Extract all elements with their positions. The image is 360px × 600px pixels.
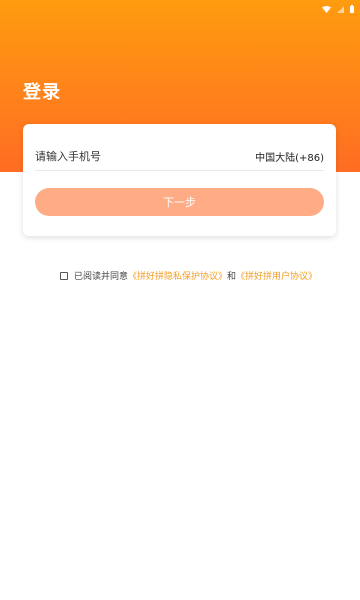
- agreement-checkbox[interactable]: [60, 271, 68, 280]
- status-bar: [294, 0, 360, 14]
- signal-icon: [337, 0, 344, 17]
- agreement-prefix: 已阅读并同意: [74, 272, 129, 282]
- phone-row: 中国大陆(+86): [35, 142, 324, 171]
- wifi-icon: [322, 0, 331, 17]
- battery-icon: [350, 0, 354, 17]
- phone-input[interactable]: [35, 149, 215, 163]
- login-card: 中国大陆(+86) 下一步: [23, 124, 336, 236]
- agreement-conjunction: 和: [227, 272, 237, 282]
- page-title: 登录: [23, 82, 61, 103]
- region-select[interactable]: 中国大陆(+86): [255, 149, 324, 164]
- privacy-policy-link[interactable]: 《拼好拼隐私保护协议》: [128, 269, 227, 282]
- agreement-row: 已阅读并同意 《拼好拼隐私保护协议》 和 《拼好拼用户协议》: [60, 269, 317, 282]
- user-agreement-link[interactable]: 《拼好拼用户协议》: [236, 269, 317, 282]
- next-button[interactable]: 下一步: [35, 188, 324, 216]
